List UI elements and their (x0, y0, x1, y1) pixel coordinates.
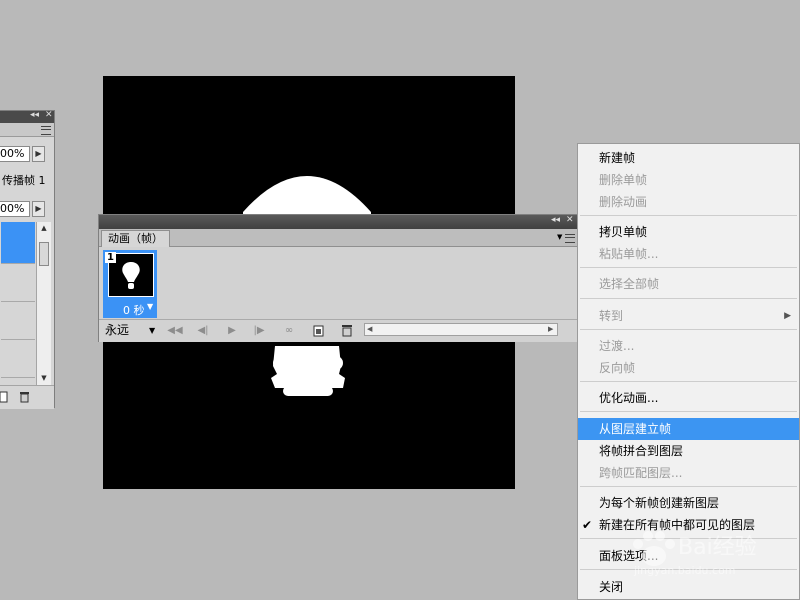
tween-icon[interactable]: ∞ (279, 323, 299, 338)
panel-menu-icon[interactable] (565, 234, 575, 243)
tab-animation-frames[interactable]: 动画（帧） (101, 230, 170, 247)
close-icon[interactable]: ✕ (566, 215, 574, 225)
layers-list (0, 222, 35, 487)
menu-item-make-frames-from-layers[interactable]: 从图层建立帧 (578, 418, 799, 440)
animation-tab-row: 动画（帧） ▼ (99, 229, 577, 247)
menu-item-go-to[interactable]: 转到 ▶ (578, 305, 799, 327)
trash-icon[interactable] (19, 391, 30, 403)
close-icon[interactable]: ✕ (45, 110, 53, 120)
layers-panel: ◂◂ ✕ 00% ▶ 传播帧 1 00% ▶ ▲ ▼ (0, 110, 55, 409)
duplicate-frame-icon[interactable] (313, 324, 325, 337)
scroll-right-icon[interactable]: ▶ (548, 324, 553, 335)
scroll-thumb[interactable] (39, 242, 49, 266)
layer-row[interactable] (1, 264, 35, 302)
checkmark-icon: ✔ (582, 518, 593, 532)
panel-menu-icon[interactable] (41, 126, 51, 135)
collapse-icon[interactable]: ◂◂ (30, 110, 39, 120)
frame-delay[interactable]: 0 秒 (123, 302, 145, 318)
frame-number: 1 (105, 252, 116, 263)
scroll-left-icon[interactable]: ◀ (367, 324, 372, 335)
menu-item-label: 将帧拼合到图层 (599, 444, 684, 458)
menu-separator (580, 298, 797, 299)
menu-separator (580, 411, 797, 412)
layers-scrollbar[interactable]: ▲ ▼ (36, 222, 51, 385)
menu-item-optimize-animation[interactable]: 优化动画... (578, 387, 799, 409)
menu-separator (580, 381, 797, 382)
layers-panel-titlebar[interactable]: ◂◂ ✕ (0, 110, 54, 123)
animation-panel: ◂◂ ✕ 动画（帧） ▼ 1 0 秒 ▼ 永远 ▼ ◀◀ ◀| ▶ |▶ ∞ ◀… (98, 214, 578, 342)
menu-item-panel-options[interactable]: 面板选项... (578, 545, 799, 567)
menu-item-label: 新建帧 (599, 151, 636, 165)
menu-separator (580, 267, 797, 268)
menu-separator (580, 215, 797, 216)
animation-controls: 永远 ▼ ◀◀ ◀| ▶ |▶ ∞ ◀ ▶ (99, 319, 577, 342)
layers-bottom-bar (0, 385, 54, 409)
menu-separator (580, 538, 797, 539)
menu-item-label: 新建在所有帧中都可见的图层 (599, 518, 756, 532)
trash-icon[interactable] (341, 324, 353, 337)
submenu-arrow-icon: ▶ (784, 311, 791, 321)
animation-panel-menu: 新建帧 删除单帧 删除动画 拷贝单帧 粘贴单帧... 选择全部帧 转到 ▶ 过渡.… (577, 143, 800, 600)
menu-item-label: 删除动画 (599, 195, 648, 209)
menu-separator (580, 486, 797, 487)
menu-item-delete-animation[interactable]: 删除动画 (578, 191, 799, 213)
menu-item-label: 粘贴单帧... (599, 247, 659, 261)
menu-separator (580, 329, 797, 330)
menu-item-label: 选择全部帧 (599, 277, 660, 291)
menu-item-close[interactable]: 关闭 (578, 576, 799, 598)
menu-item-tween[interactable]: 过渡... (578, 335, 799, 357)
menu-item-create-layer-per-frame[interactable]: 为每个新帧创建新图层 (578, 492, 799, 514)
menu-item-flatten-frames-into-layers[interactable]: 将帧拼合到图层 (578, 440, 799, 462)
menu-item-label: 反向帧 (599, 361, 636, 375)
menu-item-label: 过渡... (599, 339, 635, 353)
menu-item-label: 关闭 (599, 580, 624, 594)
animation-frame[interactable]: 1 0 秒 ▼ (103, 250, 157, 318)
menu-item-label: 删除单帧 (599, 173, 648, 187)
frames-horizontal-scrollbar[interactable]: ◀ ▶ (364, 323, 558, 336)
menu-item-new-layers-visible-all-frames[interactable]: ✔ 新建在所有帧中都可见的图层 (578, 514, 799, 536)
play-icon[interactable]: ▶ (225, 323, 239, 338)
menu-item-label: 拷贝单帧 (599, 225, 648, 239)
fill-arrow-icon[interactable]: ▶ (32, 201, 45, 217)
menu-separator (580, 569, 797, 570)
menu-item-label: 从图层建立帧 (599, 422, 672, 436)
menu-item-reverse-frames[interactable]: 反向帧 (578, 357, 799, 379)
fill-field[interactable]: 00% (0, 201, 30, 217)
menu-item-delete-frame[interactable]: 删除单帧 (578, 169, 799, 191)
opacity-arrow-icon[interactable]: ▶ (32, 146, 45, 162)
menu-item-select-all-frames[interactable]: 选择全部帧 (578, 273, 799, 295)
scroll-up-icon[interactable]: ▲ (37, 222, 51, 234)
menu-item-copy-frame[interactable]: 拷贝单帧 (578, 221, 799, 243)
menu-item-label: 优化动画... (599, 391, 659, 405)
layer-row[interactable] (1, 302, 35, 340)
menu-item-label: 为每个新帧创建新图层 (599, 496, 720, 510)
chevron-down-icon[interactable]: ▼ (147, 302, 153, 311)
collapse-icon[interactable]: ◂◂ (551, 215, 560, 225)
layer-row-selected[interactable] (1, 222, 35, 264)
previous-frame-icon[interactable]: ◀| (193, 323, 213, 338)
menu-item-label: 跨帧匹配图层... (599, 466, 683, 480)
animation-panel-titlebar[interactable]: ◂◂ ✕ (99, 215, 577, 229)
opacity-field[interactable]: 00% (0, 146, 30, 162)
new-layer-icon[interactable] (0, 391, 9, 403)
layers-tab-row (0, 123, 54, 137)
first-frame-icon[interactable]: ◀◀ (165, 323, 185, 338)
layer-row[interactable] (1, 340, 35, 378)
scroll-down-icon[interactable]: ▼ (37, 372, 51, 384)
propagate-frame-label[interactable]: 传播帧 1 (2, 172, 46, 188)
menu-item-new-frame[interactable]: 新建帧 (578, 147, 799, 169)
chevron-down-icon[interactable]: ▼ (149, 322, 155, 339)
menu-item-label: 转到 (599, 309, 624, 323)
next-frame-icon[interactable]: |▶ (249, 323, 269, 338)
chevron-down-icon[interactable]: ▼ (557, 233, 562, 241)
menu-item-match-layer-across-frames[interactable]: 跨帧匹配图层... (578, 462, 799, 484)
menu-item-paste-frame[interactable]: 粘贴单帧... (578, 243, 799, 265)
menu-item-label: 面板选项... (599, 549, 659, 563)
